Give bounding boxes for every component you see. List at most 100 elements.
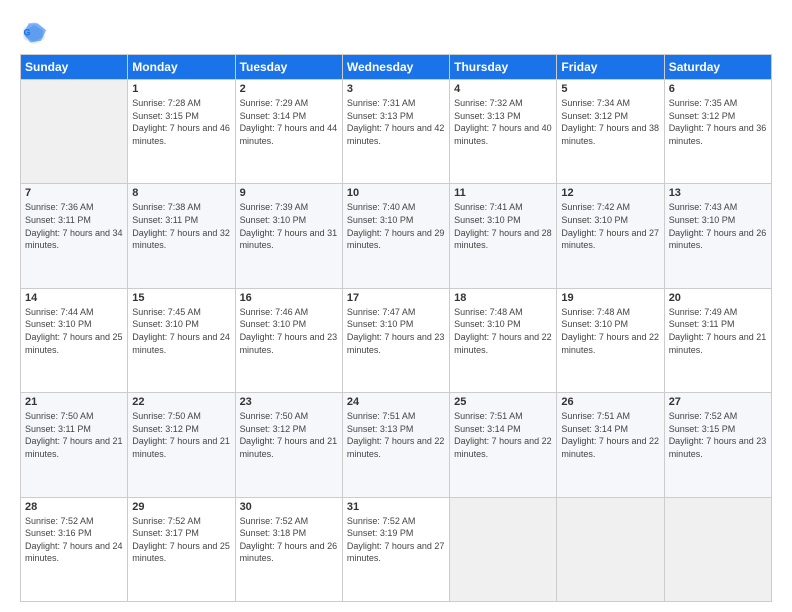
day-detail: Sunrise: 7:38 AMSunset: 3:11 PMDaylight:… <box>132 201 230 251</box>
calendar-cell: 15 Sunrise: 7:45 AMSunset: 3:10 PMDayligh… <box>128 288 235 392</box>
calendar-cell: 2 Sunrise: 7:29 AMSunset: 3:14 PMDaylight… <box>235 80 342 184</box>
day-detail: Sunrise: 7:48 AMSunset: 3:10 PMDaylight:… <box>561 306 659 356</box>
calendar-cell: 29Sunrise: 7:52 AMSunset: 3:17 PMDayligh… <box>128 497 235 601</box>
day-number: 20 <box>669 292 767 304</box>
calendar-cell: 24 Sunrise: 7:51 AMSunset: 3:13 PMDayligh… <box>342 393 449 497</box>
calendar-cell: 14 Sunrise: 7:44 AMSunset: 3:10 PMDayligh… <box>21 288 128 392</box>
calendar-cell: 10Sunrise: 7:40 AMSunset: 3:10 PMDayligh… <box>342 184 449 288</box>
calendar-cell: 1Sunrise: 7:28 AMSunset: 3:15 PMDaylight… <box>128 80 235 184</box>
calendar-cell: 3Sunrise: 7:31 AMSunset: 3:13 PMDaylight… <box>342 80 449 184</box>
day-detail: Sunrise: 7:47 AMSunset: 3:10 PMDaylight:… <box>347 306 445 356</box>
day-number: 18 <box>454 292 552 304</box>
calendar-cell: 22 Sunrise: 7:50 AMSunset: 3:12 PMDayligh… <box>128 393 235 497</box>
day-detail: Sunrise: 7:34 AMSunset: 3:12 PMDaylight:… <box>561 97 659 147</box>
col-header-sunday: Sunday <box>21 55 128 80</box>
calendar-cell: 27 Sunrise: 7:52 AMSunset: 3:15 PMDayligh… <box>664 393 771 497</box>
day-number: 12 <box>561 187 659 199</box>
day-detail: Sunrise: 7:48 AMSunset: 3:10 PMDaylight:… <box>454 306 552 356</box>
calendar-cell: 28Sunrise: 7:52 AMSunset: 3:16 PMDayligh… <box>21 497 128 601</box>
day-detail: Sunrise: 7:52 AMSunset: 3:19 PMDaylight:… <box>347 515 445 565</box>
calendar-cell: 20 Sunrise: 7:49 AMSunset: 3:11 PMDayligh… <box>664 288 771 392</box>
day-number: 3 <box>347 83 445 95</box>
calendar-table: SundayMondayTuesdayWednesdayThursdayFrid… <box>20 54 772 602</box>
day-number: 25 <box>454 396 552 408</box>
day-number: 23 <box>240 396 338 408</box>
calendar-cell: 17 Sunrise: 7:47 AMSunset: 3:10 PMDayligh… <box>342 288 449 392</box>
calendar-header-row: SundayMondayTuesdayWednesdayThursdayFrid… <box>21 55 772 80</box>
day-detail: Sunrise: 7:50 AMSunset: 3:12 PMDaylight:… <box>240 410 338 460</box>
calendar-cell: 25 Sunrise: 7:51 AMSunset: 3:14 PMDayligh… <box>450 393 557 497</box>
day-number: 16 <box>240 292 338 304</box>
day-detail: Sunrise: 7:29 AMSunset: 3:14 PMDaylight:… <box>240 97 338 147</box>
calendar-cell: 9 Sunrise: 7:39 AMSunset: 3:10 PMDaylight… <box>235 184 342 288</box>
day-number: 6 <box>669 83 767 95</box>
day-number: 26 <box>561 396 659 408</box>
day-number: 8 <box>132 187 230 199</box>
calendar-week-5: 28Sunrise: 7:52 AMSunset: 3:16 PMDayligh… <box>21 497 772 601</box>
day-detail: Sunrise: 7:50 AMSunset: 3:11 PMDaylight:… <box>25 410 123 460</box>
day-number: 11 <box>454 187 552 199</box>
calendar-week-4: 21 Sunrise: 7:50 AMSunset: 3:11 PMDayligh… <box>21 393 772 497</box>
day-detail: Sunrise: 7:52 AMSunset: 3:15 PMDaylight:… <box>669 410 767 460</box>
calendar-page: G SundayMondayTuesdayWednesdayThursdayFr… <box>0 0 792 612</box>
calendar-cell: 18 Sunrise: 7:48 AMSunset: 3:10 PMDayligh… <box>450 288 557 392</box>
calendar-cell <box>557 497 664 601</box>
day-detail: Sunrise: 7:45 AMSunset: 3:10 PMDaylight:… <box>132 306 230 356</box>
day-detail: Sunrise: 7:50 AMSunset: 3:12 PMDaylight:… <box>132 410 230 460</box>
day-detail: Sunrise: 7:39 AMSunset: 3:10 PMDaylight:… <box>240 201 338 251</box>
day-detail: Sunrise: 7:51 AMSunset: 3:13 PMDaylight:… <box>347 410 445 460</box>
calendar-cell <box>21 80 128 184</box>
day-detail: Sunrise: 7:51 AMSunset: 3:14 PMDaylight:… <box>454 410 552 460</box>
day-detail: Sunrise: 7:32 AMSunset: 3:13 PMDaylight:… <box>454 97 552 147</box>
day-number: 7 <box>25 187 123 199</box>
day-detail: Sunrise: 7:52 AMSunset: 3:18 PMDaylight:… <box>240 515 338 565</box>
calendar-cell: 12 Sunrise: 7:42 AMSunset: 3:10 PMDayligh… <box>557 184 664 288</box>
day-number: 1 <box>132 83 230 95</box>
day-detail: Sunrise: 7:51 AMSunset: 3:14 PMDaylight:… <box>561 410 659 460</box>
logo: G <box>20 18 52 46</box>
calendar-cell: 16Sunrise: 7:46 AMSunset: 3:10 PMDayligh… <box>235 288 342 392</box>
calendar-week-2: 7 Sunrise: 7:36 AMSunset: 3:11 PMDaylight… <box>21 184 772 288</box>
calendar-cell <box>450 497 557 601</box>
day-number: 14 <box>25 292 123 304</box>
calendar-cell: 21 Sunrise: 7:50 AMSunset: 3:11 PMDayligh… <box>21 393 128 497</box>
day-detail: Sunrise: 7:44 AMSunset: 3:10 PMDaylight:… <box>25 306 123 356</box>
day-number: 17 <box>347 292 445 304</box>
day-detail: Sunrise: 7:42 AMSunset: 3:10 PMDaylight:… <box>561 201 659 251</box>
calendar-cell: 11 Sunrise: 7:41 AMSunset: 3:10 PMDayligh… <box>450 184 557 288</box>
day-number: 22 <box>132 396 230 408</box>
col-header-wednesday: Wednesday <box>342 55 449 80</box>
day-detail: Sunrise: 7:40 AMSunset: 3:10 PMDaylight:… <box>347 201 445 251</box>
day-number: 29 <box>132 501 230 513</box>
day-number: 30 <box>240 501 338 513</box>
header: G <box>20 18 772 46</box>
day-number: 19 <box>561 292 659 304</box>
calendar-cell: 30 Sunrise: 7:52 AMSunset: 3:18 PMDayligh… <box>235 497 342 601</box>
day-number: 28 <box>25 501 123 513</box>
calendar-cell <box>664 497 771 601</box>
day-number: 2 <box>240 83 338 95</box>
day-detail: Sunrise: 7:43 AMSunset: 3:10 PMDaylight:… <box>669 201 767 251</box>
calendar-cell: 8 Sunrise: 7:38 AMSunset: 3:11 PMDaylight… <box>128 184 235 288</box>
calendar-cell: 13Sunrise: 7:43 AMSunset: 3:10 PMDayligh… <box>664 184 771 288</box>
calendar-cell: 31Sunrise: 7:52 AMSunset: 3:19 PMDayligh… <box>342 497 449 601</box>
day-number: 9 <box>240 187 338 199</box>
calendar-cell: 19 Sunrise: 7:48 AMSunset: 3:10 PMDayligh… <box>557 288 664 392</box>
day-detail: Sunrise: 7:41 AMSunset: 3:10 PMDaylight:… <box>454 201 552 251</box>
day-number: 15 <box>132 292 230 304</box>
calendar-cell: 5Sunrise: 7:34 AMSunset: 3:12 PMDaylight… <box>557 80 664 184</box>
day-number: 27 <box>669 396 767 408</box>
day-detail: Sunrise: 7:36 AMSunset: 3:11 PMDaylight:… <box>25 201 123 251</box>
calendar-week-3: 14 Sunrise: 7:44 AMSunset: 3:10 PMDayligh… <box>21 288 772 392</box>
calendar-cell: 23 Sunrise: 7:50 AMSunset: 3:12 PMDayligh… <box>235 393 342 497</box>
col-header-friday: Friday <box>557 55 664 80</box>
calendar-week-1: 1Sunrise: 7:28 AMSunset: 3:15 PMDaylight… <box>21 80 772 184</box>
calendar-cell: 26 Sunrise: 7:51 AMSunset: 3:14 PMDayligh… <box>557 393 664 497</box>
calendar-cell: 4Sunrise: 7:32 AMSunset: 3:13 PMDaylight… <box>450 80 557 184</box>
col-header-monday: Monday <box>128 55 235 80</box>
day-number: 24 <box>347 396 445 408</box>
day-detail: Sunrise: 7:35 AMSunset: 3:12 PMDaylight:… <box>669 97 767 147</box>
day-detail: Sunrise: 7:49 AMSunset: 3:11 PMDaylight:… <box>669 306 767 356</box>
calendar-cell: 7 Sunrise: 7:36 AMSunset: 3:11 PMDaylight… <box>21 184 128 288</box>
day-number: 21 <box>25 396 123 408</box>
